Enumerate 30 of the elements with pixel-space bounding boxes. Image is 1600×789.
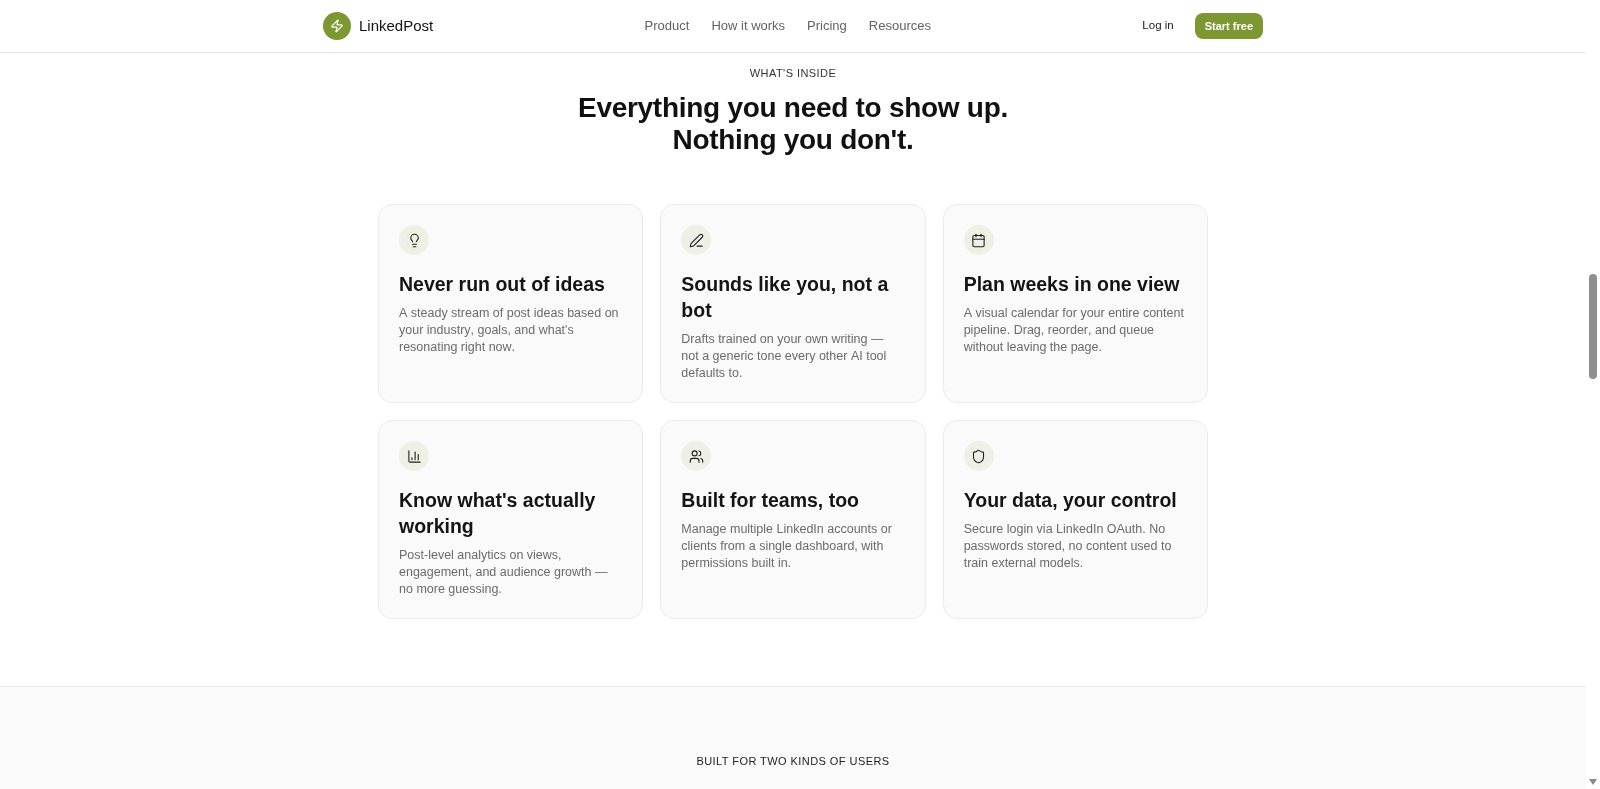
login-link[interactable]: Log in xyxy=(1142,17,1174,35)
brand-name[interactable]: LinkedPost xyxy=(359,14,434,38)
card-title: Sounds like you, not a bot xyxy=(681,272,890,323)
nav-link[interactable]: Pricing xyxy=(807,16,847,36)
card-description: A visual calendar for your entire content pipeline. Drag, reorder, and queue without leaving the page. xyxy=(963,305,1185,356)
logo-icon[interactable] xyxy=(323,12,351,40)
card-description: Drafts trained on your own writing — not a generic tone every other AI tool defaults to. xyxy=(681,331,888,382)
section-eyebrow: BUILT FOR TWO KINDS OF USERS xyxy=(696,754,890,768)
people-icon xyxy=(681,441,712,471)
nav-link[interactable]: Resources xyxy=(868,16,931,36)
card-title: Never run out of ideas xyxy=(399,272,606,297)
bar-chart-icon xyxy=(399,441,429,471)
nav-link[interactable]: Product xyxy=(644,16,690,36)
lightbulb-icon xyxy=(399,225,429,255)
card-description: Secure login via LinkedIn OAuth. No passwords stored, no content used to train external models. xyxy=(963,521,1173,572)
scrollbar-thumb[interactable] xyxy=(1589,274,1597,379)
card-description: A steady stream of post ideas based on your industry, goals, and what's resonating right now. xyxy=(399,305,620,356)
scroll-down-arrow-icon[interactable] xyxy=(1589,779,1597,785)
pencil-icon xyxy=(681,225,712,255)
card-description: Manage multiple LinkedIn accounts or clients from a single dashboard, with permissions built in. xyxy=(681,521,893,572)
card-title: Plan weeks in one view xyxy=(963,272,1181,297)
card-description: Post-level analytics on views, engagement, and audience growth — no more guessing. xyxy=(399,547,609,598)
card-title: Know what's actually working xyxy=(399,488,597,539)
section-eyebrow: WHAT'S INSIDE xyxy=(749,65,837,80)
shield-icon xyxy=(963,441,994,471)
card-title: Your data, your control xyxy=(963,488,1178,513)
section-heading: Everything you need to show up. Nothing you don't. xyxy=(577,92,1009,156)
calendar-icon xyxy=(963,225,994,255)
card-title: Built for teams, too xyxy=(681,488,860,513)
nav-link[interactable]: How it works xyxy=(711,16,786,36)
